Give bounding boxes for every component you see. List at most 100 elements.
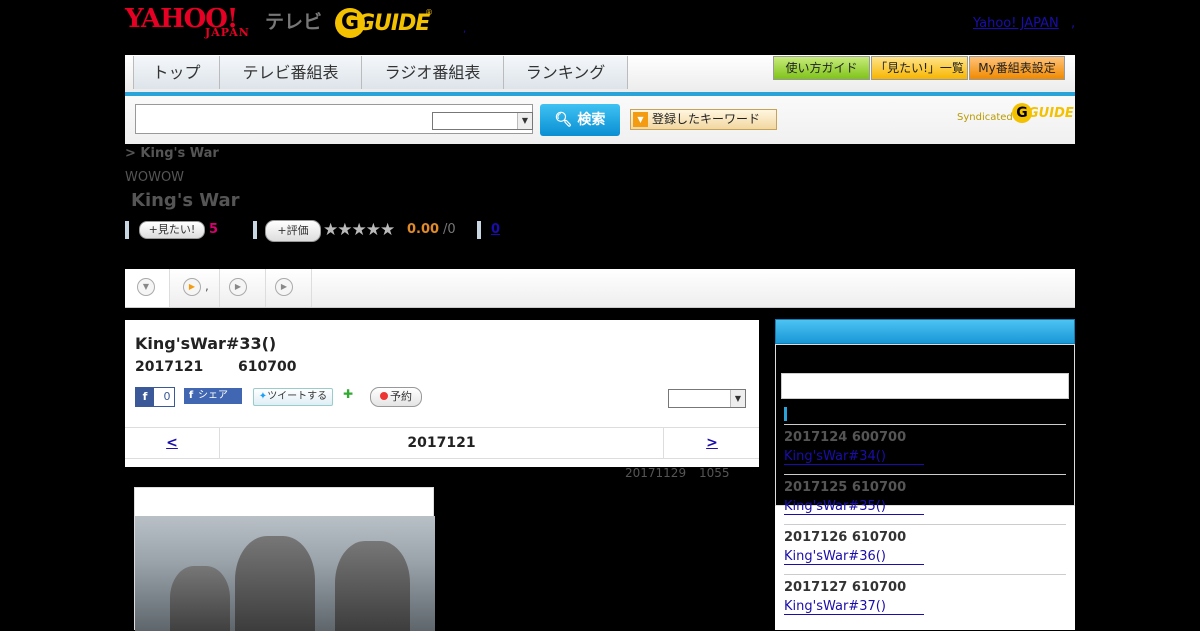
upcoming-episodes-list: 2017124 600700 King'sWar#34() 2017125 61… <box>784 424 1066 624</box>
dropdown-arrow-icon: ▼ <box>633 112 648 127</box>
list-item-date: 2017124 600700 <box>784 430 907 445</box>
twitter-icon: ✦ <box>258 391 268 402</box>
list-item-date: 2017127 610700 <box>784 580 907 595</box>
updated-time: 1055 <box>699 466 730 480</box>
chevron-down-icon: ▼ <box>517 113 532 129</box>
reserve-button[interactable]: 予約 <box>370 387 422 407</box>
facebook-icon: f <box>136 388 154 406</box>
list-item: 2017125 610700 King'sWar#35() <box>784 474 1066 524</box>
tweet-button[interactable]: ✦ツイートする <box>253 388 333 406</box>
previous-episode-link[interactable]: < <box>125 428 220 458</box>
episode-time: 610700 <box>238 359 297 375</box>
episode-date: 2017121 <box>135 359 204 375</box>
episode-select[interactable]: ▼ <box>668 389 746 408</box>
tv-label[interactable]: テレビ <box>265 7 322 34</box>
list-item: 2017126 610700 King'sWar#36() <box>784 524 1066 574</box>
rating-count: /0 <box>443 222 456 237</box>
guide-logo-text: GUIDE <box>357 11 430 36</box>
facebook-share-label: シェア <box>198 390 228 401</box>
search-button[interactable]: 🔍︎ 検索 <box>540 104 620 136</box>
section-marker <box>784 407 787 421</box>
want-to-watch-list-button[interactable]: 「見たい!」一覧 <box>871 56 968 80</box>
facebook-icon: f <box>188 390 194 401</box>
g-guide-logo[interactable]: G GUIDE ® <box>335 8 433 38</box>
rating-value: 0.00 <box>407 222 440 237</box>
header-separator: , <box>463 24 467 35</box>
next-label: > <box>706 435 718 451</box>
chevron-down-icon: ▼ <box>137 278 155 296</box>
chevron-down-icon: ▼ <box>730 390 745 407</box>
nav-tab-tv-listings[interactable]: テレビ番組表 <box>220 56 362 89</box>
updated-date: 20171129 <box>625 466 687 480</box>
play-icon: ▶ <box>275 278 293 296</box>
star-rating-icon: ★★★★★ <box>323 220 395 240</box>
program-tab-4[interactable]: ▶ <box>265 269 312 307</box>
rate-button[interactable]: +評価 <box>265 220 321 242</box>
pager-date: 2017121 <box>407 435 476 451</box>
usage-guide-button[interactable]: 使い方ガイド <box>773 56 870 80</box>
review-count-link[interactable]: 0 <box>491 222 500 237</box>
program-tab-2[interactable]: ▶ , <box>169 269 220 307</box>
facebook-share-button[interactable]: f シェア <box>184 388 242 404</box>
facebook-like-button[interactable]: f 0 <box>135 387 175 407</box>
yahoo-japan-dot: , <box>1071 16 1076 31</box>
my-listings-settings-button[interactable]: My番組表設定 <box>969 56 1065 80</box>
episode-card: King'sWar#33() 2017121 610700 f 0 f シェア ✦… <box>125 320 759 467</box>
registered-keywords-label: 登録したキーワード <box>652 112 761 126</box>
episode-pager: < 2017121 > <box>125 427 759 459</box>
search-bar: ▼ 🔍︎ 検索 ▼ 登録したキーワード Syndicated G GUIDE <box>125 96 1075 144</box>
sidebar-header <box>775 319 1075 344</box>
list-item-link[interactable]: King'sWar#35() <box>784 499 924 515</box>
list-item-link[interactable]: King'sWar#34() <box>784 449 924 465</box>
site-header: YAHOO! JAPAN テレビ G GUIDE ® , Yahoo! JAPA… <box>125 0 1075 55</box>
plus-icon: + <box>277 224 287 237</box>
search-button-label: 検索 <box>577 112 606 128</box>
next-episode-link[interactable]: > <box>663 428 760 458</box>
rate-label: 評価 <box>286 224 309 237</box>
program-tabs: ▼ ▶ , ▶ ▶ <box>125 269 1075 308</box>
previous-label: < <box>166 435 178 451</box>
program-tab-1[interactable]: ▼ <box>125 269 170 307</box>
tweet-label: ツイートする <box>267 391 328 402</box>
record-icon <box>380 392 388 400</box>
want-to-watch-button[interactable]: +見たい! <box>139 221 205 239</box>
program-tab-2-label: , <box>205 279 209 293</box>
nav-buttons: 使い方ガイド 「見たい!」一覧 My番組表設定 <box>773 56 1066 80</box>
plus-icon: + <box>148 223 158 236</box>
sidebar-input[interactable] <box>781 373 1069 399</box>
want-to-watch-label: 見たい! <box>157 223 196 236</box>
yahoo-japan-link[interactable]: Yahoo! JAPAN <box>973 16 1059 31</box>
program-title: King's War <box>131 190 240 211</box>
program-stats: +見たい! 5 +評価 ★★★★★ 0.00 /0 0 <box>125 220 725 242</box>
photo-figure <box>235 536 315 631</box>
list-item: 2017127 610700 King'sWar#37() <box>784 574 1066 624</box>
divider <box>125 221 129 239</box>
yahoo-japan-logo[interactable]: YAHOO! JAPAN <box>125 6 262 40</box>
nav-tab-ranking[interactable]: ランキング <box>504 56 628 89</box>
program-tab-3[interactable]: ▶ <box>219 269 266 307</box>
registered-mark: ® <box>425 8 433 17</box>
channel-name: WOWOW <box>125 170 185 185</box>
play-icon: ▶ <box>183 278 201 296</box>
list-item-link[interactable]: King'sWar#37() <box>784 599 924 615</box>
search-icon: 🔍︎ <box>554 112 573 128</box>
episode-title: King'sWar#33() <box>135 334 277 353</box>
nav-tabs: トップ テレビ番組表 ラジオ番組表 ランキング <box>133 56 628 89</box>
divider <box>477 221 481 239</box>
photo-figure <box>170 566 230 631</box>
list-item-link[interactable]: King'sWar#36() <box>784 549 924 565</box>
registered-keywords-button[interactable]: ▼ 登録したキーワード <box>630 109 777 130</box>
nav-tab-radio-listings[interactable]: ラジオ番組表 <box>362 56 504 89</box>
list-item: 2017124 600700 King'sWar#34() <box>784 424 1066 474</box>
breadcrumb: > King's War <box>125 146 219 161</box>
divider <box>253 221 257 239</box>
search-category-select[interactable]: ▼ <box>432 112 533 130</box>
photo-figure <box>335 541 410 631</box>
nav-tab-top[interactable]: トップ <box>134 56 220 89</box>
main-nav: トップ テレビ番組表 ラジオ番組表 ランキング 使い方ガイド 「見たい!」一覧 … <box>125 55 1075 96</box>
page: YAHOO! JAPAN テレビ G GUIDE ® , Yahoo! JAPA… <box>125 0 1075 631</box>
episode-image-box <box>134 487 435 631</box>
episode-photo <box>135 516 435 631</box>
sidebar: 2017124 600700 King'sWar#34() 2017125 61… <box>775 319 1075 630</box>
add-calendar-icon[interactable]: ✚ <box>343 387 359 405</box>
